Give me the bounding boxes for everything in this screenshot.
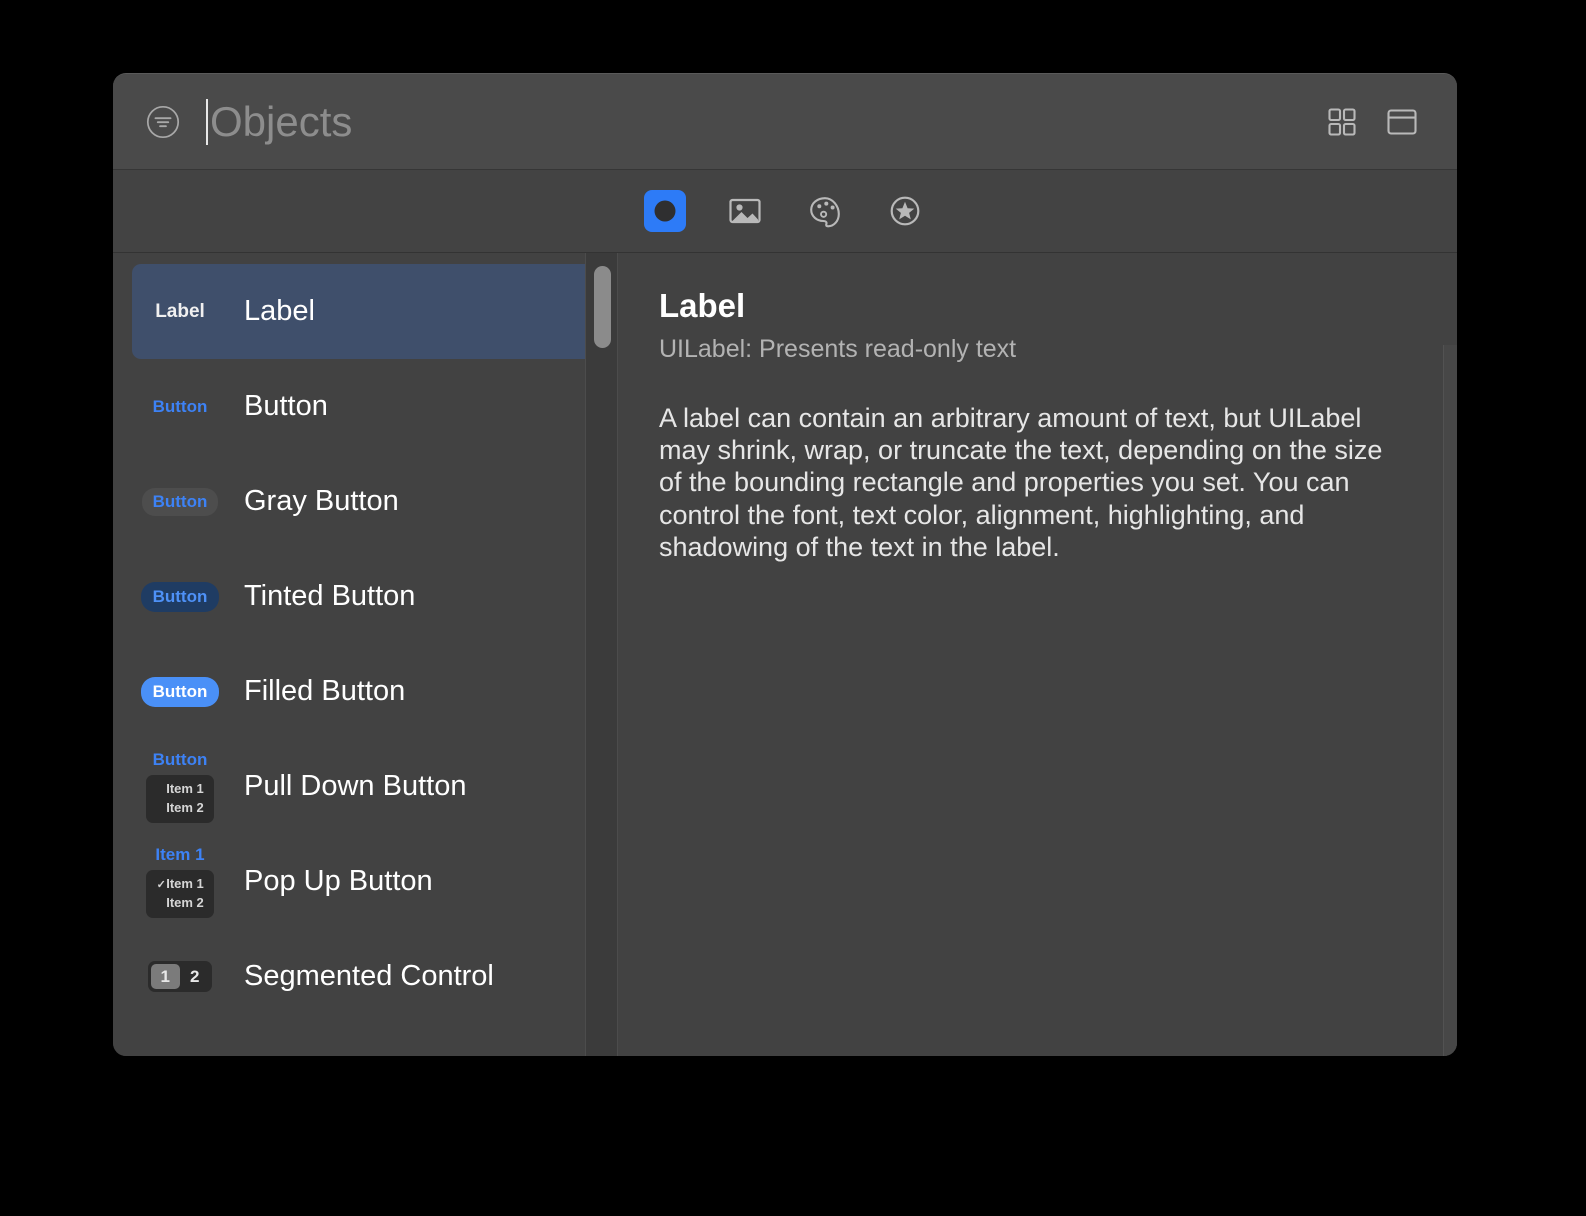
- list-scrollbar-thumb[interactable]: [594, 266, 611, 348]
- photo-icon: [724, 190, 766, 232]
- checkmark-icon: ✓: [156, 879, 166, 892]
- preview-menu-box: Item 1 Item 2: [146, 775, 214, 823]
- object-preview: Button: [132, 676, 228, 707]
- tab-colors[interactable]: [804, 190, 846, 232]
- preview-label-text: Label: [155, 300, 205, 322]
- list-item[interactable]: Label Label: [132, 264, 609, 359]
- object-list[interactable]: Label Label Button Button Button Gray Bu…: [113, 253, 618, 1056]
- object-preview: Label: [132, 301, 228, 323]
- preview-menu-item: Item 1: [166, 781, 204, 797]
- preview-segment: 2: [190, 966, 200, 986]
- list-item-title: Pull Down Button: [244, 770, 467, 802]
- list-item-title: Tinted Button: [244, 580, 416, 612]
- preview-gray-button-text: Button: [141, 487, 219, 516]
- detail-title: Label: [659, 287, 746, 324]
- preview-menu-item-checked: ✓Item 1: [156, 875, 204, 894]
- preview-filled-button-text: Button: [140, 676, 220, 707]
- object-preview: Button: [132, 397, 228, 417]
- list-item-title: Button: [244, 390, 328, 422]
- object-preview: Item 1 ✓Item 1 Item 2: [132, 845, 228, 918]
- list-item[interactable]: Button Filled Button: [132, 644, 609, 739]
- list-item[interactable]: 1 2 Segmented Control: [132, 929, 609, 1024]
- preview-menu-item: Item 2: [166, 895, 204, 911]
- list-item[interactable]: Button Gray Button: [132, 454, 609, 549]
- star-circle-icon: [884, 190, 926, 232]
- detail-description: A label can contain an arbitrary amount …: [659, 402, 1383, 563]
- list-item-title: Gray Button: [244, 485, 399, 517]
- list-item-title: Label: [244, 295, 315, 327]
- list-item[interactable]: Button Item 1 Item 2 Pull Down Button: [132, 739, 609, 834]
- preview-menu-title: Item 1: [155, 845, 205, 865]
- list-item-title: Segmented Control: [244, 960, 494, 992]
- detail-pane: Label UILabel: Presents read-only text A…: [618, 253, 1457, 1056]
- object-preview: Button Item 1 Item 2: [132, 750, 228, 823]
- object-preview: 1 2: [132, 960, 228, 993]
- list-item-title: Pop Up Button: [244, 865, 433, 897]
- preview-segment-selected: 1: [150, 963, 180, 990]
- object-preview: Button: [132, 487, 228, 516]
- list-item[interactable]: Button Tinted Button: [132, 549, 609, 644]
- detail-view-icon[interactable]: [1385, 105, 1419, 139]
- list-item-title: Filled Button: [244, 675, 406, 707]
- library-content: Label Label Button Button Button Gray Bu…: [113, 253, 1457, 1056]
- list-scrollbar[interactable]: [585, 253, 618, 1056]
- library-tab-bar: [113, 170, 1457, 253]
- grid-view-icon[interactable]: [1325, 105, 1359, 139]
- object-preview: Button: [132, 581, 228, 612]
- preview-tinted-button-text: Button: [140, 581, 220, 612]
- preview-segmented-control: 1 2: [147, 960, 213, 993]
- tab-objects[interactable]: [644, 190, 686, 232]
- preview-menu-title: Button: [152, 750, 208, 770]
- library-header: Objects: [113, 74, 1457, 170]
- preview-menu-item: Item 2: [166, 800, 204, 815]
- header-actions: [1325, 105, 1419, 139]
- detail-pane-edge: [1443, 345, 1457, 1056]
- filter-search-input[interactable]: Objects: [206, 92, 1325, 152]
- objects-icon: [644, 190, 686, 232]
- preview-menu-box: ✓Item 1 Item 2: [146, 870, 214, 918]
- library-window: Objects Label Label Button Button Button…: [113, 73, 1457, 1056]
- list-item[interactable]: Button Button: [132, 359, 609, 454]
- filter-lines-circle-icon[interactable]: [143, 102, 183, 142]
- tab-media[interactable]: [724, 190, 766, 232]
- preview-button-text: Button: [152, 396, 208, 416]
- detail-subtitle: UILabel: Presents read-only text: [659, 334, 1017, 363]
- filter-placeholder-text: Objects: [210, 97, 353, 145]
- list-item[interactable]: Item 1 ✓Item 1 Item 2 Pop Up Button: [132, 834, 609, 929]
- object-list-pane: Label Label Button Button Button Gray Bu…: [113, 253, 618, 1056]
- palette-icon: [804, 190, 846, 232]
- tab-symbols[interactable]: [884, 190, 926, 232]
